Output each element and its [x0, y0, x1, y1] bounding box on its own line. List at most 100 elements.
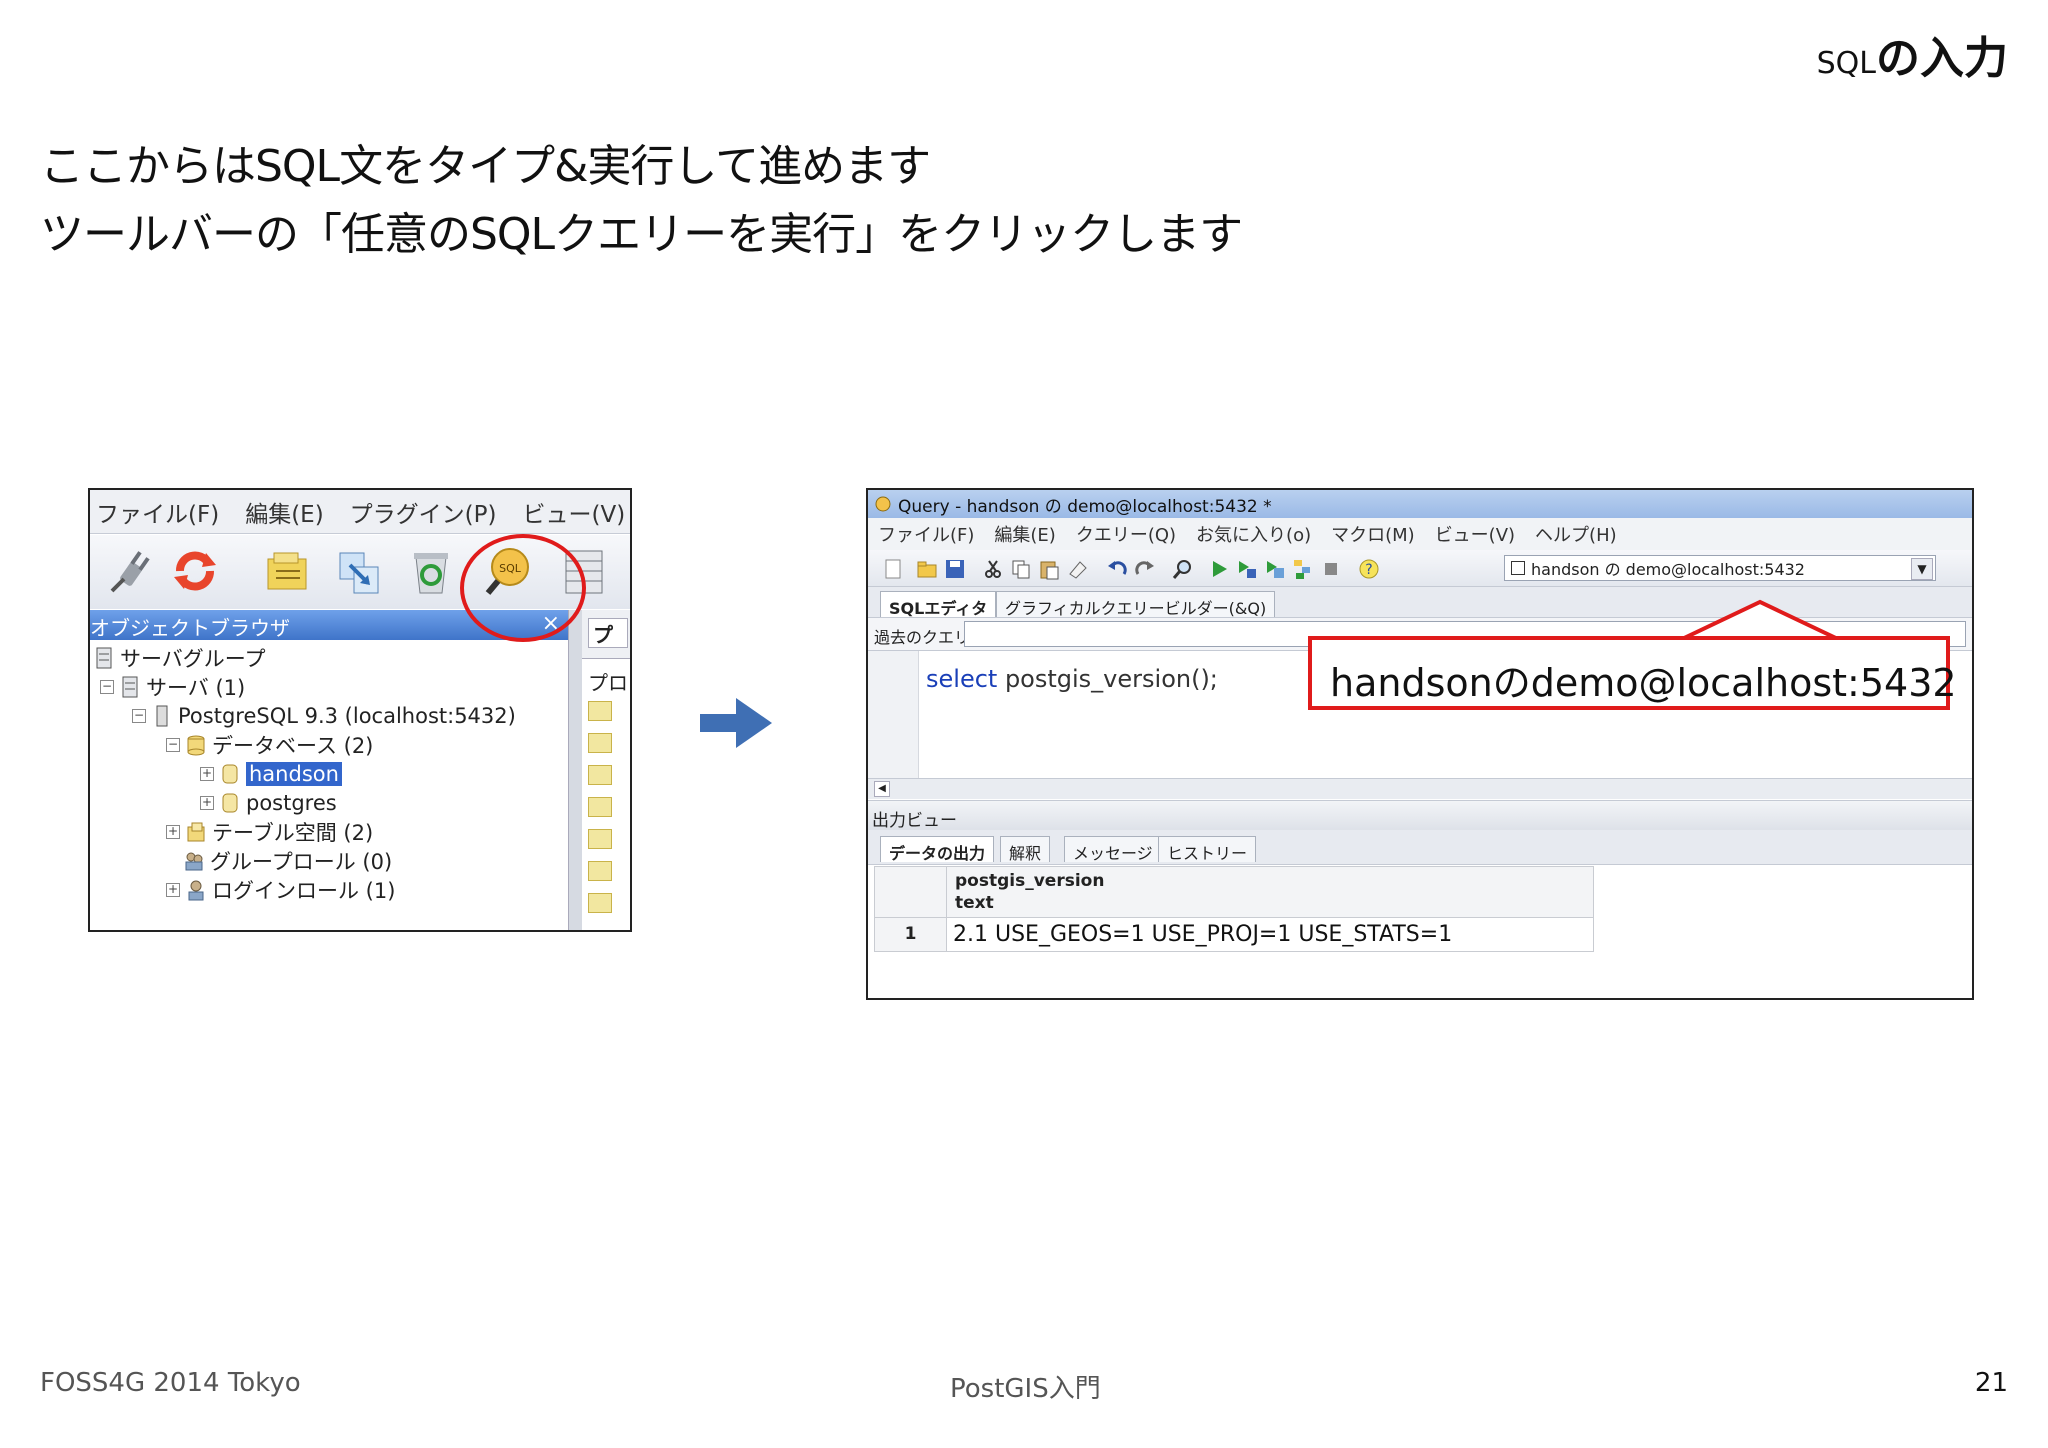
properties-tab[interactable]: プ — [588, 618, 628, 648]
execute-to-file-icon[interactable] — [1264, 558, 1286, 580]
properties-list: プロ — [582, 658, 630, 930]
tab-history[interactable]: ヒストリー — [1158, 836, 1257, 863]
property-icon — [588, 797, 612, 817]
tree-item-postgres[interactable]: + postgres — [200, 789, 337, 817]
menu-file[interactable]: ファイル(F) — [878, 521, 974, 547]
tab-sql-editor[interactable]: SQLエディタ — [880, 591, 997, 618]
tree-item-handson[interactable]: + handson — [200, 760, 342, 788]
tab-messages[interactable]: メッセージ — [1064, 836, 1162, 863]
menu-view[interactable]: ビュー(V) — [1435, 521, 1515, 547]
object-browser-tree: サーバグループ − サーバ (1) − PostgreSQL 9.3 (loca… — [90, 640, 568, 930]
properties-pane: プ プロ — [582, 610, 630, 930]
arrow-right-icon — [700, 698, 772, 748]
connection-select[interactable]: handson の demo@localhost:5432 ▼ — [1504, 555, 1936, 581]
expand-icon[interactable]: + — [166, 883, 180, 897]
cell-value[interactable]: 2.1 USE_GEOS=1 USE_PROJ=1 USE_STATS=1 — [953, 922, 1452, 947]
query-app-icon — [875, 496, 891, 512]
grid-corner[interactable] — [875, 867, 947, 919]
paste-icon[interactable] — [1038, 558, 1060, 580]
databases-icon — [187, 735, 205, 756]
menu-file[interactable]: ファイル(F) — [96, 495, 219, 529]
highlight-circle — [460, 534, 586, 642]
properties-icon[interactable] — [262, 545, 312, 597]
property-icon — [588, 829, 612, 849]
pane-splitter[interactable] — [568, 610, 583, 930]
server-icon — [122, 676, 138, 698]
tree-item-tablespaces[interactable]: + テーブル空間 (2) — [166, 818, 373, 846]
scroll-left-icon[interactable]: ◀ — [874, 781, 890, 797]
menu-macros[interactable]: マクロ(M) — [1331, 521, 1415, 547]
tree-item-databases[interactable]: − データベース (2) — [166, 731, 373, 759]
database-server-icon — [156, 705, 168, 727]
query-tool-window-screenshot: Query - handson の demo@localhost:5432 * … — [866, 488, 1974, 1000]
collapse-icon[interactable]: − — [166, 738, 180, 752]
tree-label: サーバ (1) — [146, 676, 246, 700]
svg-text:?: ? — [1365, 562, 1372, 578]
copy-icon[interactable] — [1010, 558, 1032, 580]
tree-item-server-groups[interactable]: サーバグループ — [94, 644, 266, 672]
cancel-query-icon[interactable] — [1320, 558, 1342, 580]
undo-icon[interactable] — [1106, 558, 1128, 580]
sql-text[interactable]: select postgis_version(); — [926, 665, 1218, 693]
tree-item-postgresql-server[interactable]: − PostgreSQL 9.3 (localhost:5432) — [132, 702, 516, 730]
editor-gutter — [868, 651, 919, 779]
tab-data-output[interactable]: データの出力 — [880, 836, 995, 863]
horizontal-scrollbar[interactable]: ◀ — [868, 778, 1972, 799]
redo-icon[interactable] — [1134, 558, 1156, 580]
cut-icon[interactable] — [982, 558, 1004, 580]
sql-expression: postgis_version(); — [997, 665, 1218, 693]
sql-keyword: select — [926, 665, 998, 693]
save-icon[interactable] — [944, 558, 966, 580]
row-number[interactable]: 1 — [875, 918, 947, 951]
explain-icon[interactable] — [1292, 558, 1314, 580]
footer-event: FOSS4G 2014 Tokyo — [40, 1368, 301, 1398]
menu-edit[interactable]: 編集(E) — [245, 495, 323, 529]
plug-icon[interactable] — [104, 545, 154, 597]
tree-label: PostgreSQL 9.3 (localhost:5432) — [178, 704, 516, 728]
expand-icon[interactable]: + — [200, 767, 214, 781]
chevron-down-icon[interactable]: ▼ — [1911, 558, 1933, 580]
tree-item-login-roles[interactable]: + ログインロール (1) — [166, 876, 395, 904]
tree-item-servers[interactable]: − サーバ (1) — [100, 673, 245, 701]
tree-item-group-roles[interactable]: グループロール (0) — [184, 847, 392, 875]
property-icon — [588, 765, 612, 785]
menu-query[interactable]: クエリー(Q) — [1076, 521, 1176, 547]
menu-view[interactable]: ビュー(V) — [523, 495, 626, 529]
page-number: 21 — [1974, 1368, 2008, 1398]
create-object-icon[interactable] — [334, 545, 384, 597]
column-name[interactable]: postgis_version — [955, 871, 1104, 891]
database-icon — [222, 764, 238, 784]
new-icon[interactable] — [882, 558, 904, 580]
tab-explain[interactable]: 解釈 — [1000, 836, 1051, 863]
intro-line-2: ツールバーの「任意のSQLクエリーを実行」をクリックします — [40, 209, 1243, 260]
intro-line-1: ここからはSQL文をタイプ&実行して進めます — [40, 141, 931, 192]
callout-box: handsonのdemo@localhost:5432 — [1308, 636, 1957, 710]
output-pane-header: 出力ビュー — [868, 800, 1972, 831]
table-row[interactable]: 1 2.1 USE_GEOS=1 USE_PROJ=1 USE_STATS=1 — [874, 918, 1594, 952]
menu-edit[interactable]: 編集(E) — [994, 521, 1055, 547]
slide-title-prefix: SQL — [1816, 46, 1876, 81]
expand-icon[interactable]: + — [200, 796, 214, 810]
callout-text: handsonのdemo@localhost:5432 — [1330, 661, 1957, 705]
refresh-icon[interactable] — [170, 545, 220, 597]
menu-plugins[interactable]: プラグイン(P) — [350, 495, 497, 529]
clear-icon[interactable] — [1066, 558, 1088, 580]
grid-header-row: postgis_version text — [874, 866, 1594, 919]
collapse-icon[interactable]: − — [132, 709, 146, 723]
tree-label: グループロール (0) — [210, 850, 393, 874]
connection-value: handson の demo@localhost:5432 — [1531, 560, 1805, 579]
execute-icon[interactable] — [1208, 558, 1230, 580]
database-icon — [222, 793, 238, 813]
property-icon — [588, 861, 612, 881]
collapse-icon[interactable]: − — [100, 680, 114, 694]
find-icon[interactable] — [1172, 558, 1194, 580]
execute-pgscript-icon[interactable] — [1236, 558, 1258, 580]
query-window-titlebar: Query - handson の demo@localhost:5432 * — [868, 490, 1972, 518]
expand-icon[interactable]: + — [166, 825, 180, 839]
menu-favourites[interactable]: お気に入り(o) — [1196, 521, 1311, 547]
delete-icon[interactable] — [406, 545, 456, 597]
menu-help[interactable]: ヘルプ(H) — [1535, 521, 1617, 547]
open-folder-icon[interactable] — [916, 558, 938, 580]
help-icon[interactable]: ? — [1358, 558, 1380, 580]
tab-graphical-query-builder[interactable]: グラフィカルクエリービルダー(&Q) — [996, 591, 1276, 618]
